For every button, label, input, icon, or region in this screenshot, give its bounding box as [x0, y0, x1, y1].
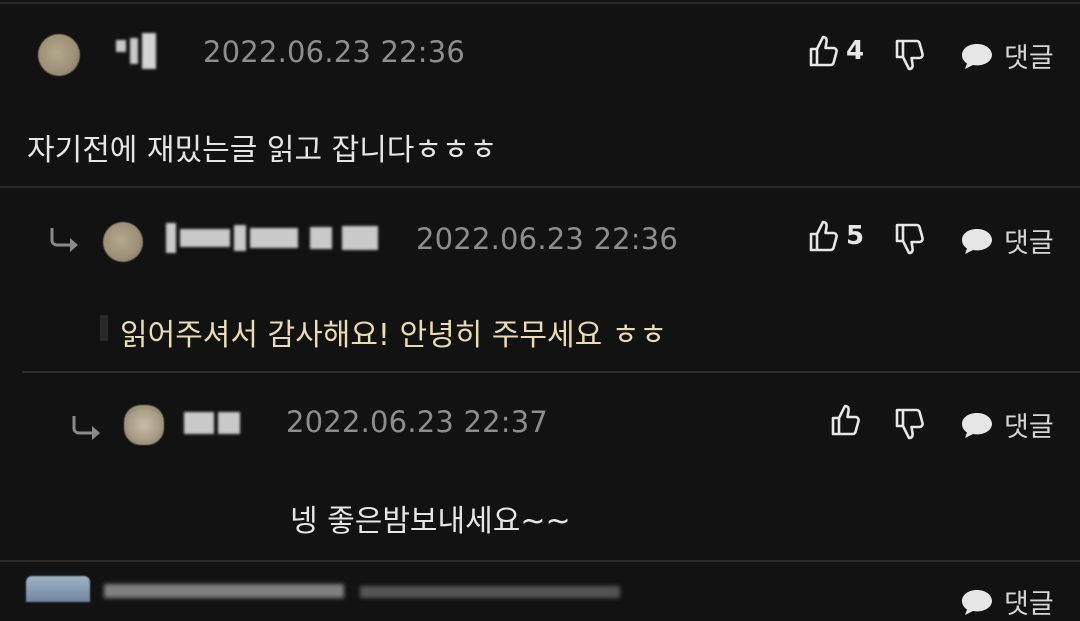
reply-button[interactable]: 댓글 [960, 582, 1054, 621]
thumbs-down-icon [895, 39, 924, 71]
like-count: 4 [846, 36, 865, 66]
dislike-button[interactable] [894, 407, 924, 441]
reply-label: 댓글 [1004, 43, 1054, 74]
dislike-button[interactable] [894, 222, 924, 256]
avatar[interactable] [124, 405, 164, 445]
timestamp-blurred [360, 586, 620, 598]
reply-label: 댓글 [1004, 412, 1054, 443]
author-name-blurred[interactable] [184, 410, 240, 436]
speech-bubble-icon [962, 589, 992, 615]
reply-label: 댓글 [1004, 228, 1054, 259]
thumbs-down-icon [895, 408, 924, 440]
dislike-button[interactable] [894, 38, 924, 72]
reply-button[interactable]: 댓글 [960, 405, 1054, 444]
divider [0, 2, 1080, 4]
author-name-blurred[interactable] [116, 33, 156, 69]
reply-button[interactable]: 댓글 [960, 221, 1054, 260]
divider [0, 186, 1080, 188]
like-count: 5 [846, 221, 865, 251]
avatar[interactable] [103, 222, 143, 262]
thumbs-up-icon [831, 404, 860, 436]
divider [22, 371, 1080, 373]
reply-button[interactable]: 댓글 [960, 36, 1054, 75]
avatar[interactable] [38, 34, 80, 76]
speech-bubble-icon [962, 43, 992, 69]
thumbs-up-icon [809, 220, 838, 252]
reply-arrow-icon [50, 228, 78, 252]
comment-text: 읽어주셔서 감사해요! 안녕히 주무세요 ㅎㅎ [120, 318, 667, 353]
avatar[interactable] [26, 576, 90, 602]
divider [0, 560, 1080, 562]
like-button[interactable]: 4 [808, 34, 864, 68]
author-name-blurred[interactable] [166, 223, 378, 253]
like-button[interactable]: 5 [808, 219, 864, 253]
timestamp: 2022.06.23 22:36 [203, 35, 466, 69]
comment-text: 자기전에 재밌는글 읽고 잡니다ㅎㅎㅎ [27, 133, 498, 168]
reply-arrow-icon [72, 416, 100, 440]
timestamp: 2022.06.23 22:37 [286, 405, 549, 439]
speech-bubble-icon [962, 412, 992, 438]
timestamp: 2022.06.23 22:36 [416, 222, 679, 256]
blurred-mention [100, 315, 108, 341]
thumbs-up-icon [809, 35, 838, 67]
thumbs-down-icon [895, 223, 924, 255]
reply-label: 댓글 [1004, 589, 1054, 620]
comment-text: 넹 좋은밤보내세요~~ [290, 504, 571, 539]
speech-bubble-icon [962, 228, 992, 254]
like-button[interactable] [830, 403, 868, 437]
